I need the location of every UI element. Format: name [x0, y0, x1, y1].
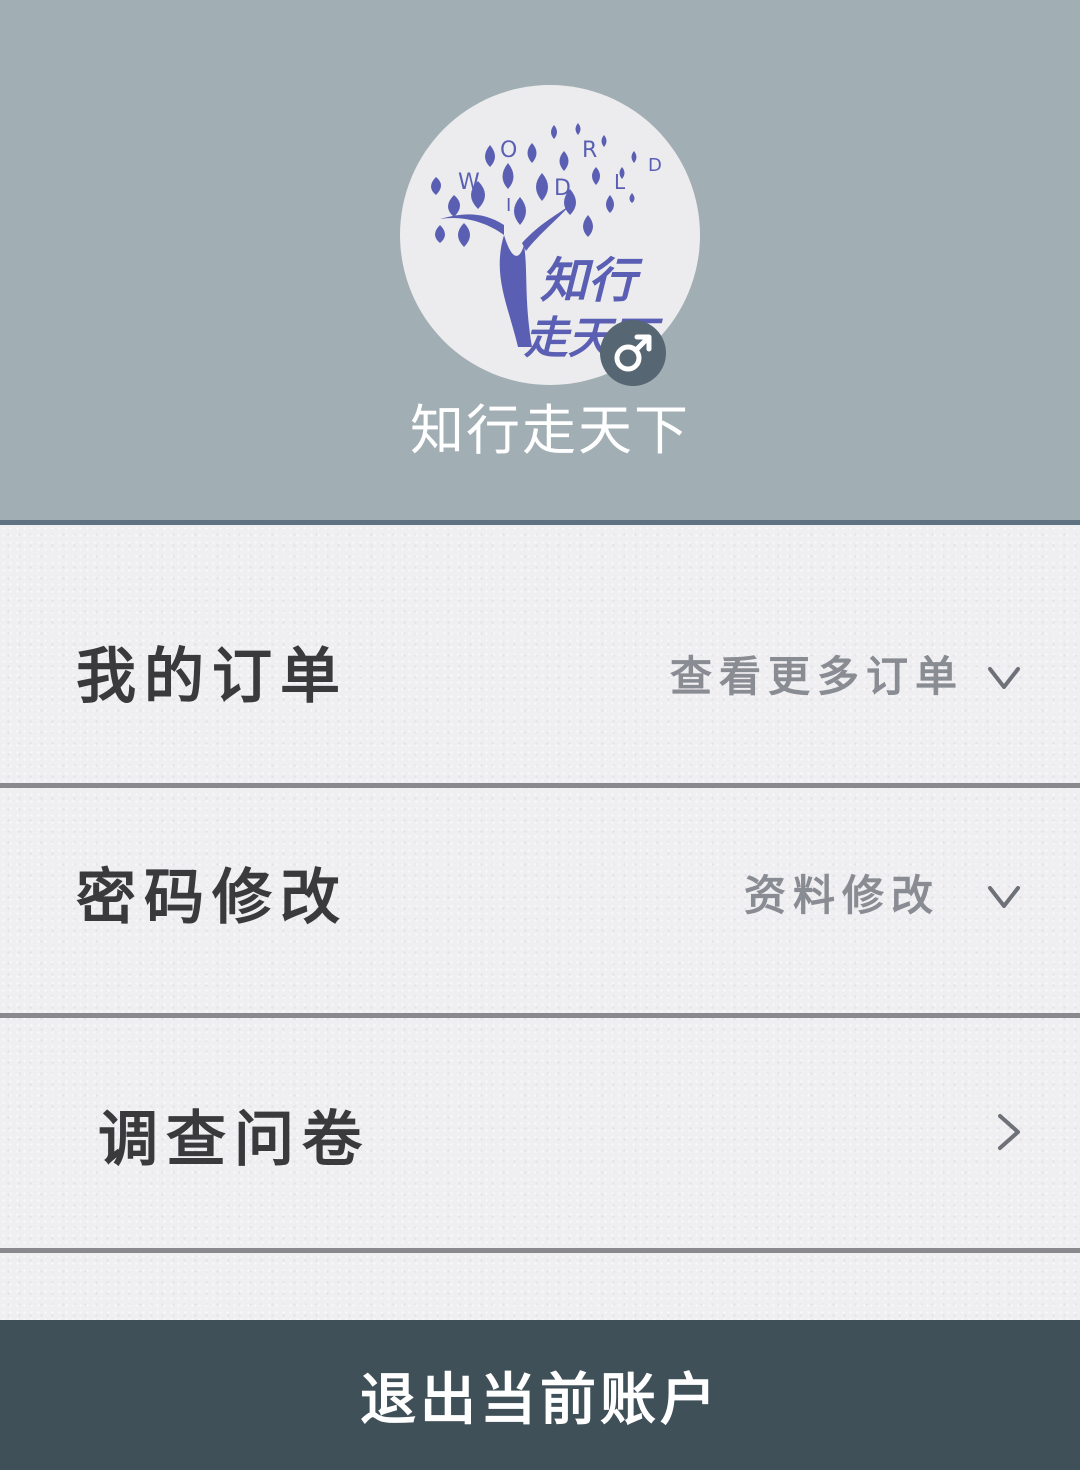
logout-button[interactable]: 退出当前账户: [0, 1320, 1080, 1470]
chevron-right-icon[interactable]: [990, 1110, 1030, 1154]
divider: [0, 1248, 1080, 1253]
svg-text:L: L: [614, 170, 626, 194]
male-gender-icon: [600, 320, 666, 386]
password-change-title: 密码修改: [76, 863, 348, 933]
profile-header: W O R L D D I 知行 走天下 知行走天下: [0, 0, 1080, 520]
svg-text:D: D: [648, 155, 662, 176]
survey-title: 调查问卷: [98, 1105, 370, 1175]
username: 知行走天下: [410, 399, 690, 462]
survey-row[interactable]: 调查问卷: [0, 1018, 1080, 1248]
my-orders-row[interactable]: 我的订单 查看更多订单: [0, 525, 1080, 783]
svg-text:D: D: [554, 176, 571, 201]
svg-text:W: W: [458, 170, 480, 195]
chevron-down-icon[interactable]: [984, 657, 1024, 697]
svg-text:I: I: [506, 195, 511, 216]
password-change-row[interactable]: 密码修改 资料修改: [0, 788, 1080, 1013]
svg-text:知行: 知行: [540, 253, 643, 309]
chevron-down-icon[interactable]: [984, 876, 1024, 916]
menu-list: 我的订单 查看更多订单 密码修改 资料修改 调查问卷: [0, 525, 1080, 1320]
svg-text:R: R: [582, 138, 597, 163]
view-more-orders-link[interactable]: 查看更多订单: [670, 647, 964, 707]
my-orders-title: 我的订单: [76, 642, 348, 712]
svg-text:O: O: [500, 138, 517, 163]
edit-profile-link[interactable]: 资料修改: [744, 866, 940, 926]
